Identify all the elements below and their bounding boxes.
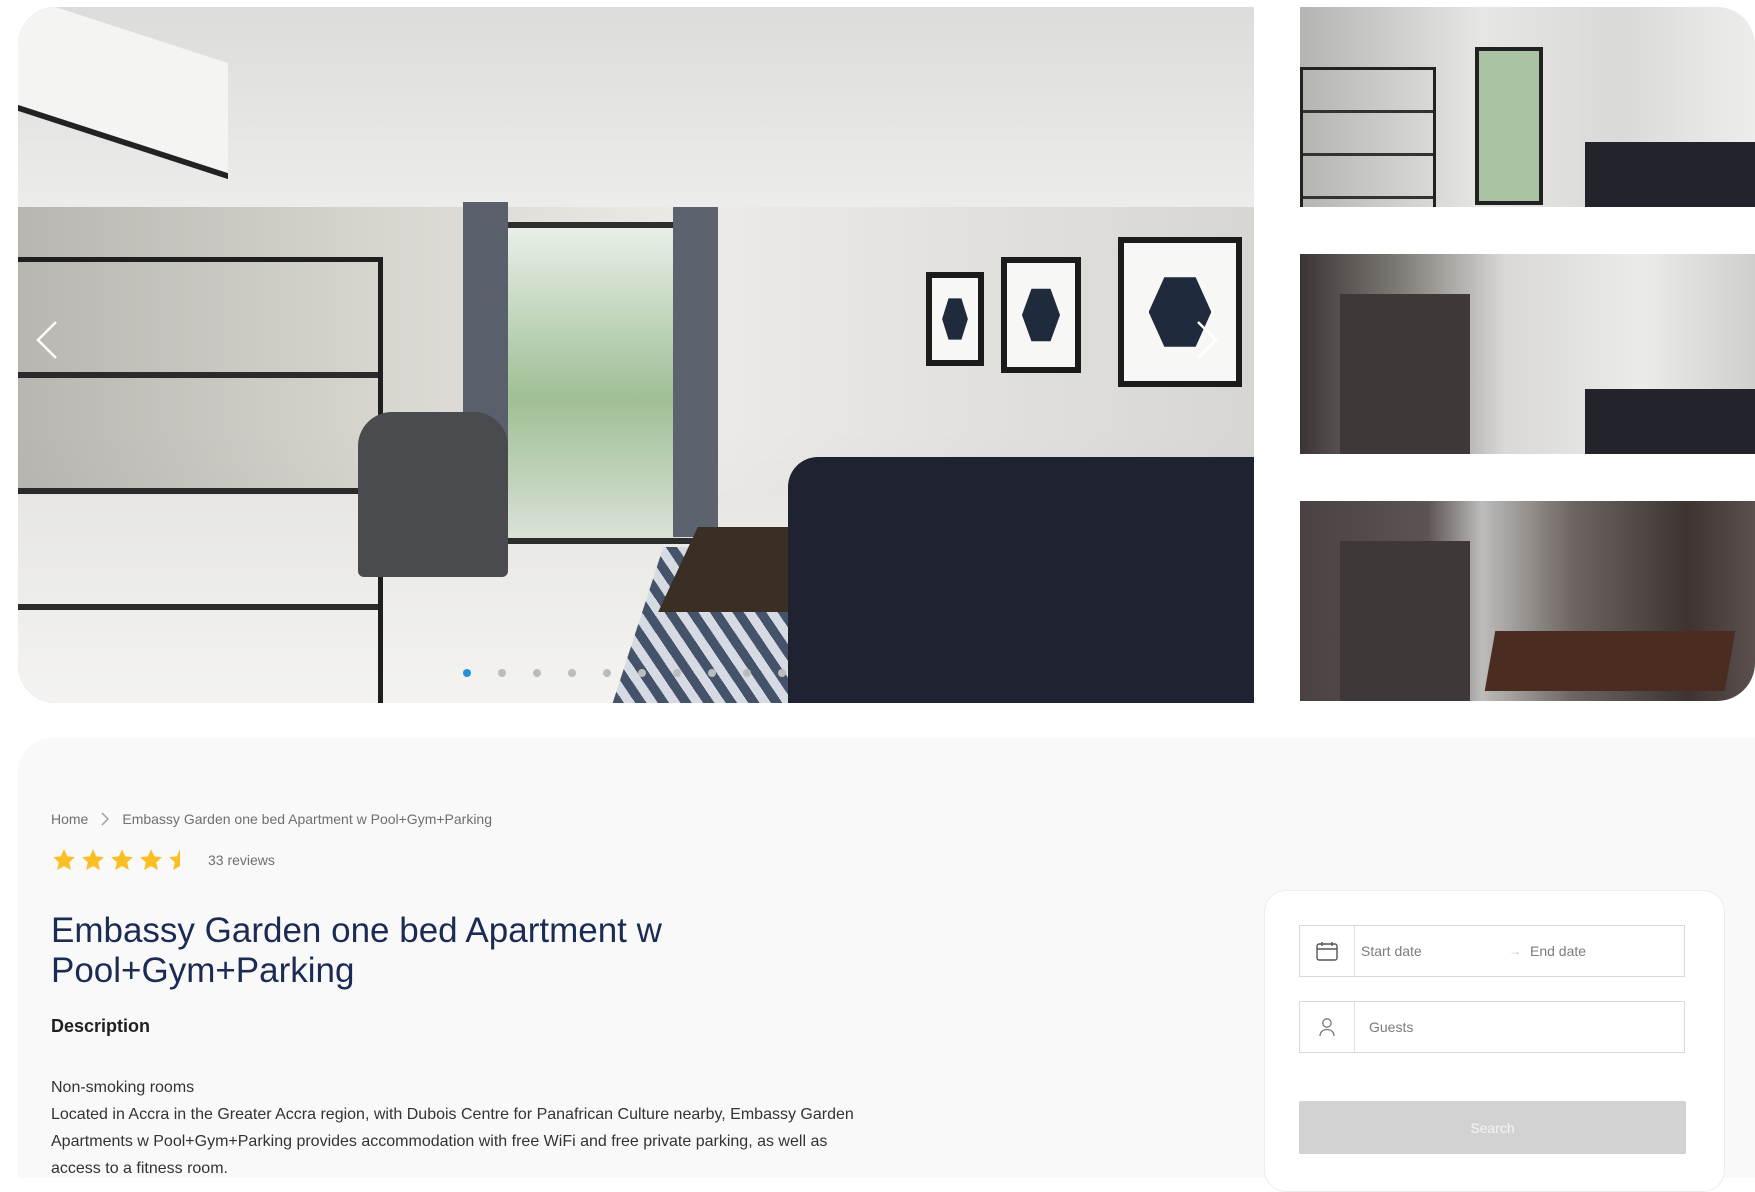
photo-sofa (788, 457, 1254, 703)
description-text: Non-smoking rooms Located in Accra in th… (51, 1074, 871, 1182)
photo-wall-art (1001, 257, 1081, 373)
star-icon (80, 847, 106, 873)
photo-shelf (18, 257, 383, 703)
review-count[interactable]: 33 reviews (208, 852, 275, 868)
star-icon (138, 847, 164, 873)
photo-window (1475, 47, 1543, 205)
thumbnail-photo[interactable] (1300, 501, 1755, 701)
description-heading: Description (51, 1016, 151, 1036)
main-photo[interactable] (18, 7, 1254, 703)
description-line: Located in Accra in the Greater Accra re… (51, 1106, 854, 1177)
star-icon (51, 847, 77, 873)
gallery-dot[interactable] (533, 669, 541, 677)
breadcrumb: Home Embassy Garden one bed Apartment w … (51, 811, 492, 827)
photo-wall-art (1118, 237, 1242, 387)
guests-input[interactable]: Guests (1369, 1019, 1413, 1035)
gallery-dot[interactable] (743, 669, 751, 677)
gallery-pagination (463, 669, 786, 677)
gallery-dot[interactable] (498, 669, 506, 677)
photo-curtain (673, 207, 718, 537)
star-half-icon (167, 847, 193, 873)
arrow-right-icon: → (1509, 944, 1521, 958)
gallery-dot[interactable] (708, 669, 716, 677)
photo-door (1340, 541, 1470, 701)
chevron-right-icon (1197, 321, 1218, 359)
thumbnail-photo[interactable] (1300, 254, 1755, 454)
gallery-prev-button[interactable] (32, 318, 62, 362)
gallery-dot[interactable] (568, 669, 576, 677)
photo-window (488, 222, 700, 544)
photo-door (1340, 294, 1470, 454)
gallery-dot[interactable] (638, 669, 646, 677)
gallery-dot[interactable] (673, 669, 681, 677)
user-icon (1300, 1002, 1355, 1052)
search-button[interactable]: Search (1299, 1101, 1686, 1154)
listing-title: Embassy Garden one bed Apartment w Pool+… (51, 911, 662, 990)
date-range-picker[interactable]: Start date → End date (1299, 925, 1685, 977)
photo-shelf (1300, 67, 1436, 207)
chevron-right-icon (101, 812, 110, 826)
guests-field[interactable]: Guests (1299, 1001, 1685, 1053)
gallery-dot[interactable] (463, 669, 471, 677)
description-line: Non-smoking rooms (51, 1079, 195, 1096)
photo-sofa (1585, 142, 1755, 207)
gallery-next-button[interactable] (1192, 318, 1222, 362)
breadcrumb-home-link[interactable]: Home (51, 811, 88, 827)
gallery-dot[interactable] (778, 669, 786, 677)
photo-armchair (1585, 389, 1755, 454)
gallery-dot[interactable] (603, 669, 611, 677)
chevron-left-icon (36, 321, 57, 359)
photo-wall-art (926, 272, 984, 366)
star-icon (109, 847, 135, 873)
breadcrumb-current: Embassy Garden one bed Apartment w Pool+… (122, 811, 492, 827)
photo-armchair (358, 412, 508, 577)
end-date-input[interactable]: End date (1530, 943, 1586, 959)
calendar-icon (1300, 926, 1355, 976)
start-date-input[interactable]: Start date (1361, 943, 1509, 959)
star-rating: 33 reviews (51, 847, 275, 873)
thumbnail-photo[interactable] (1300, 7, 1755, 207)
booking-widget: Start date → End date Guests Search (1264, 890, 1725, 1192)
photo-dining-table (1484, 631, 1736, 691)
